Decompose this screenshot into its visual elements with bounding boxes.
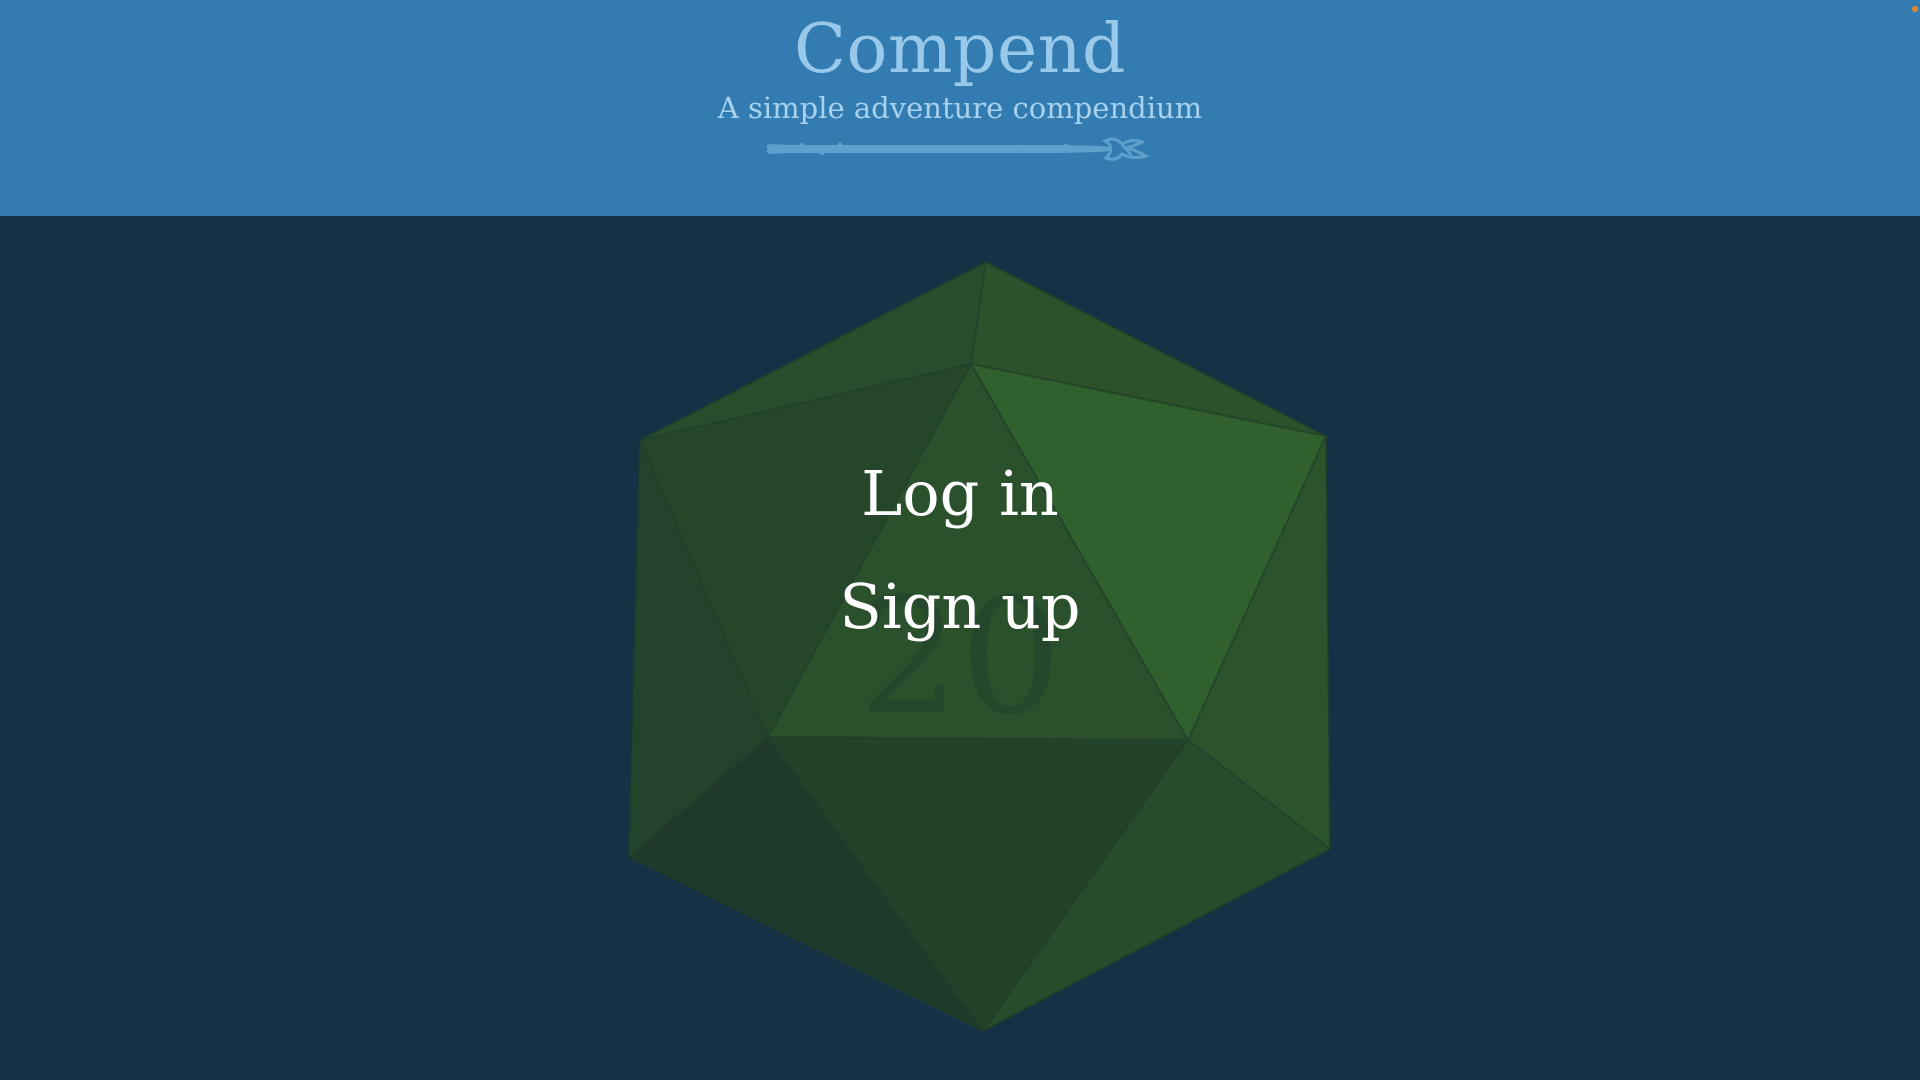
login-link[interactable]: Log in: [0, 454, 1920, 534]
d20-icon: 20: [627, 260, 1332, 1033]
signup-link[interactable]: Sign up: [0, 567, 1920, 647]
status-indicator: [1912, 6, 1918, 12]
